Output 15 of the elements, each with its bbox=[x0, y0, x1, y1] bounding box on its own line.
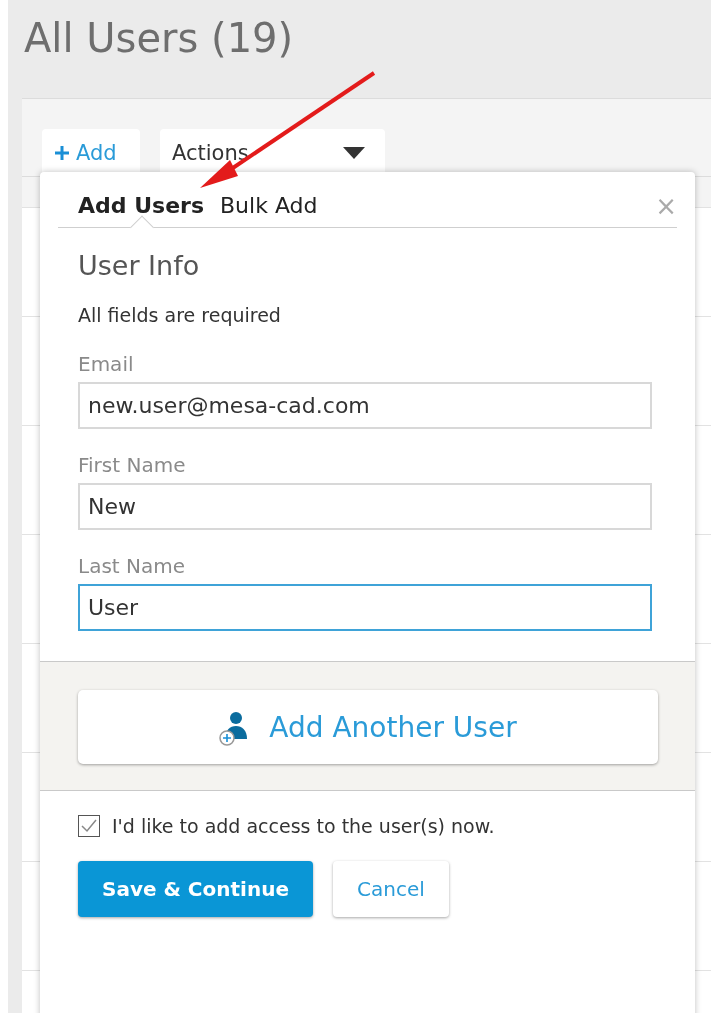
page-title: All Users (19) bbox=[24, 14, 295, 63]
input-field[interactable]: new.user@mesa-cad.com bbox=[78, 382, 652, 429]
field-label: First Name bbox=[78, 453, 187, 477]
caret-icon bbox=[343, 147, 365, 159]
section-title: User Info bbox=[78, 249, 201, 283]
plus-icon bbox=[54, 145, 70, 161]
checkbox-label: I'd like to add access to the user(s) now. bbox=[112, 815, 495, 837]
access-checkbox[interactable] bbox=[78, 815, 100, 837]
tab[interactable]: Add Users bbox=[78, 183, 204, 228]
tab[interactable]: Bulk Add bbox=[220, 183, 318, 228]
input-field[interactable]: User bbox=[78, 584, 652, 631]
input-field[interactable]: New bbox=[78, 483, 652, 530]
field-label: Last Name bbox=[78, 554, 187, 578]
required-note: All fields are required bbox=[78, 304, 282, 326]
field-label: Email bbox=[78, 352, 135, 376]
